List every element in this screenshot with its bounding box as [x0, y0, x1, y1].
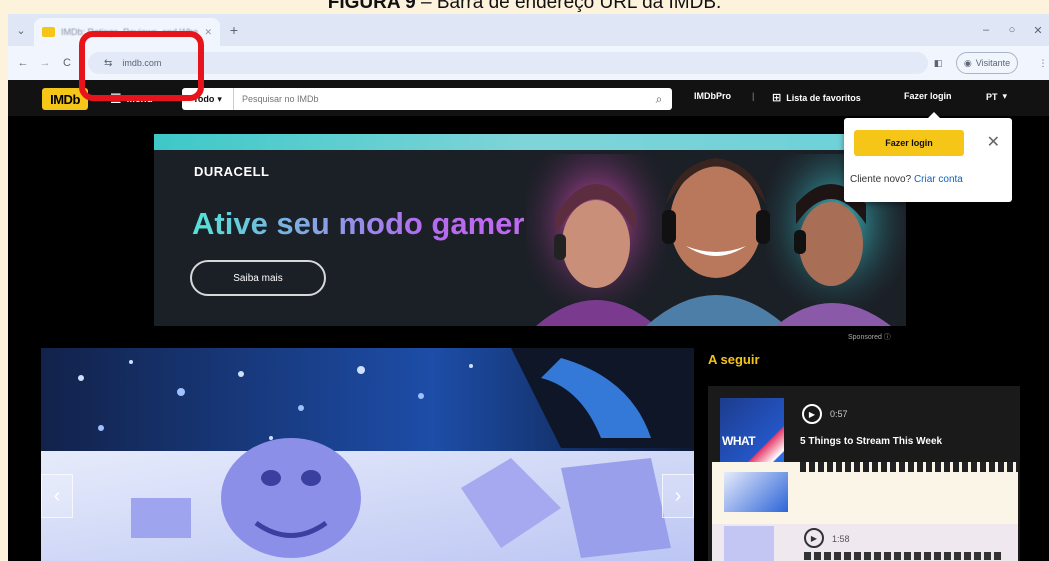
- ad-headline: Ative seu modo gamer: [192, 206, 525, 241]
- forward-icon[interactable]: →: [38, 56, 52, 70]
- browser-menu-icon[interactable]: ⋮: [1038, 52, 1048, 74]
- obscured-title: [804, 552, 1004, 560]
- new-customer-text: Cliente novo? Criar conta: [850, 174, 963, 185]
- minimize-icon[interactable]: –: [978, 22, 994, 38]
- imdbpro-link[interactable]: IMDbPro: [694, 91, 731, 101]
- duracell-ad-banner[interactable]: DURACELL Ative seu modo gamer Saiba mais: [154, 134, 906, 326]
- sidepanel-icon[interactable]: ◧: [930, 52, 946, 74]
- watchlist-link[interactable]: ⊞ Lista de favoritos: [772, 91, 861, 104]
- address-bar[interactable]: ⇆ imdb.com: [88, 52, 928, 74]
- carousel-prev-button[interactable]: ‹: [41, 474, 73, 518]
- tab-menu-icon[interactable]: ⌄: [14, 23, 28, 37]
- up-next-thumbnail-2[interactable]: [724, 526, 774, 561]
- video-duration-2: 1:58: [832, 534, 850, 544]
- up-next-item-2: ▶ 1:58: [712, 524, 1018, 561]
- imdbpro-label: IMDbPro: [694, 91, 731, 101]
- tab-close-icon[interactable]: ✕: [204, 27, 212, 38]
- hero-carousel[interactable]: ‹ ›: [41, 348, 694, 561]
- search-bar: Todo ▾ ⌕: [182, 88, 672, 110]
- sponsored-label[interactable]: Sponsored ⓘ: [848, 332, 891, 342]
- obscured-text: [800, 462, 1018, 472]
- ad-brand: DURACELL: [194, 164, 270, 179]
- video-duration: 0:57: [830, 409, 848, 419]
- language-label: PT: [986, 91, 998, 102]
- popup-signin-button[interactable]: Fazer login: [854, 130, 964, 156]
- url-highlight-box: [79, 31, 204, 101]
- video-title[interactable]: 5 Things to Stream This Week: [800, 436, 942, 447]
- play-icon[interactable]: ▶: [804, 528, 824, 548]
- ad-cta-button[interactable]: Saiba mais: [190, 260, 326, 296]
- search-icon[interactable]: ⌕: [646, 92, 672, 107]
- guest-label: Visitante: [975, 58, 1011, 68]
- chevron-down-icon: ▾: [1002, 91, 1008, 101]
- profile-icon: ◉: [963, 57, 972, 68]
- nav-divider: |: [752, 91, 755, 101]
- watchlist-label: Lista de favoritos: [786, 92, 861, 103]
- reload-icon[interactable]: C: [60, 56, 74, 70]
- thumbnail-text: WHAT: [722, 434, 756, 448]
- chevron-down-icon: ▾: [217, 93, 222, 104]
- signin-link[interactable]: Fazer login: [904, 91, 952, 101]
- create-account-link[interactable]: Criar conta: [914, 174, 963, 185]
- close-icon[interactable]: ✕: [987, 132, 1000, 152]
- caption-label: FIGURA 9: [327, 0, 416, 13]
- up-next-heading: A seguir: [708, 352, 760, 367]
- language-selector[interactable]: PT ▾: [986, 91, 1007, 102]
- close-window-icon[interactable]: ✕: [1030, 22, 1046, 38]
- new-customer-label: Cliente novo?: [850, 174, 912, 185]
- guest-profile-button[interactable]: ◉ Visitante: [956, 52, 1018, 74]
- maximize-icon[interactable]: ○: [1004, 22, 1020, 38]
- imdb-favicon: [42, 27, 55, 37]
- play-icon[interactable]: ▶: [802, 404, 822, 424]
- screenshot-root: FIGURA 9 – Barra de endereço URL da IMDB…: [0, 0, 1049, 561]
- watchlist-icon: ⊞: [772, 92, 782, 104]
- signin-popup: Fazer login ✕ Cliente novo? Criar conta: [844, 112, 1012, 202]
- new-tab-icon[interactable]: +: [226, 22, 242, 38]
- back-icon[interactable]: ←: [16, 56, 30, 70]
- caption-text: – Barra de endereço URL da IMDB.: [420, 0, 722, 13]
- hero-image: [41, 348, 694, 561]
- figure-caption: FIGURA 9 – Barra de endereço URL da IMDB…: [0, 0, 1049, 14]
- carousel-next-button[interactable]: ›: [662, 474, 694, 518]
- obscured-thumb: [724, 472, 788, 512]
- up-next-item-obscured: [712, 462, 1018, 524]
- search-input[interactable]: [234, 94, 646, 104]
